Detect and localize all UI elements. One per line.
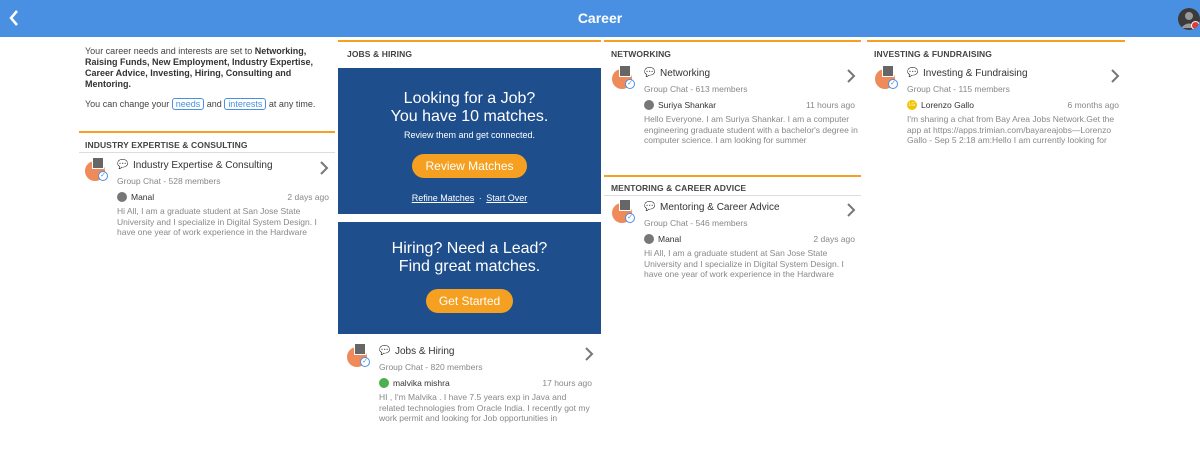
- last-message-time: 11 hours ago: [806, 100, 855, 110]
- last-message-user: malvika mishra: [393, 378, 450, 388]
- start-over-link[interactable]: Start Over: [486, 193, 527, 203]
- group-meta: Group Chat - 613 members: [644, 84, 748, 94]
- last-message-user: Lorenzo Gallo: [921, 100, 974, 110]
- interests-summary: Your career needs and interests are set …: [85, 46, 316, 110]
- job-matches-promo: Looking for a Job? You have 10 matches. …: [338, 68, 601, 214]
- group-logo-icon: ✓: [85, 157, 108, 183]
- section-rule: [79, 152, 335, 153]
- chat-bubble-icon: 💬: [644, 67, 656, 77]
- group-meta: Group Chat - 115 members: [907, 84, 1010, 94]
- notification-badge: [1191, 21, 1200, 30]
- group-name: Investing & Fundraising: [923, 68, 1028, 79]
- group-card-jobs[interactable]: ✓ 💬 Jobs & Hiring Group Chat - 820 membe…: [347, 343, 601, 433]
- top-bar: Career: [0, 0, 1200, 37]
- section-heading-networking: NETWORKING: [611, 49, 672, 59]
- interests-link[interactable]: interests: [224, 98, 267, 110]
- chevron-right-icon[interactable]: [584, 347, 594, 361]
- last-message-text: I'm sharing a chat from Bay Area Jobs Ne…: [907, 114, 1115, 145]
- chat-bubble-icon: 💬: [644, 201, 656, 211]
- chevron-right-icon[interactable]: [1110, 69, 1120, 83]
- user-avatar: [117, 192, 127, 202]
- user-avatar: [644, 234, 654, 244]
- group-logo-icon: ✓: [875, 65, 898, 91]
- section-heading-investing: INVESTING & FUNDRAISING: [874, 49, 993, 59]
- group-logo-icon: ✓: [347, 343, 370, 369]
- group-card-networking[interactable]: ✓ 💬 Networking Group Chat - 613 members …: [612, 65, 861, 155]
- chat-bubble-icon: 💬: [379, 345, 391, 355]
- section-divider: [604, 175, 861, 177]
- group-meta: Group Chat - 546 members: [644, 218, 748, 228]
- last-message-user: Manal: [658, 234, 682, 244]
- last-message-time: 17 hours ago: [542, 378, 592, 388]
- section-divider: [604, 40, 861, 42]
- chevron-right-icon[interactable]: [846, 203, 856, 217]
- last-message-text: Hi All, I am a graduate student at San J…: [117, 206, 317, 237]
- group-card-investing[interactable]: ✓ 💬 Investing & Fundraising Group Chat -…: [875, 65, 1125, 155]
- group-name: Networking: [660, 68, 711, 79]
- group-logo-icon: ✓: [612, 65, 635, 91]
- group-meta: Group Chat - 528 members: [117, 176, 221, 186]
- section-divider: [79, 131, 335, 133]
- last-message-time: 2 days ago: [287, 192, 329, 202]
- link-separator: ·: [478, 193, 482, 203]
- promo-title-line2: You have 10 matches.: [390, 108, 549, 125]
- user-avatar: LG: [907, 100, 917, 110]
- promo-subtitle: Review them and get connected.: [403, 130, 536, 140]
- review-matches-button[interactable]: Review Matches: [412, 154, 527, 178]
- last-message-text: Hello Everyone. I am Suriya Shankar. I a…: [644, 114, 858, 145]
- section-heading-industry: INDUSTRY EXPERTISE & CONSULTING: [85, 140, 248, 150]
- refine-matches-link[interactable]: Refine Matches: [412, 193, 475, 203]
- chat-bubble-icon: 💬: [907, 67, 919, 77]
- section-heading-jobs: JOBS & HIRING: [347, 49, 413, 59]
- group-name: Industry Expertise & Consulting: [133, 160, 273, 171]
- promo-title-line1: Looking for a Job?: [403, 90, 536, 107]
- last-message-user: Manal: [131, 192, 155, 202]
- hiring-title-line1: Hiring? Need a Lead?: [391, 240, 548, 257]
- group-card-mentoring[interactable]: ✓ 💬 Mentoring & Career Advice Group Chat…: [612, 199, 861, 289]
- chevron-right-icon[interactable]: [319, 161, 329, 175]
- section-divider: [338, 40, 601, 42]
- section-rule: [604, 195, 861, 196]
- hiring-title-line2: Find great matches.: [398, 258, 541, 275]
- get-started-button[interactable]: Get Started: [425, 289, 514, 313]
- last-message-time: 2 days ago: [813, 234, 855, 244]
- hiring-promo: Hiring? Need a Lead? Find great matches.…: [338, 222, 601, 334]
- group-meta: Group Chat - 820 members: [379, 362, 483, 372]
- page-title: Career: [577, 10, 623, 26]
- user-avatar-icon[interactable]: [1178, 8, 1200, 30]
- section-heading-mentoring: MENTORING & CAREER ADVICE: [611, 183, 747, 193]
- group-card-industry[interactable]: ✓ 💬 Industry Expertise & Consulting Grou…: [85, 157, 335, 247]
- last-message-time: 6 months ago: [1067, 100, 1119, 110]
- last-message-text: HI , I'm Malvika . I have 7.5 years exp …: [379, 392, 590, 423]
- chat-bubble-icon: 💬: [117, 159, 129, 169]
- user-avatar: [379, 378, 389, 388]
- group-name: Jobs & Hiring: [395, 346, 455, 357]
- group-name: Mentoring & Career Advice: [660, 202, 780, 213]
- user-avatar: [644, 100, 654, 110]
- chevron-right-icon[interactable]: [846, 69, 856, 83]
- last-message-text: Hi All, I am a graduate student at San J…: [644, 248, 844, 279]
- group-logo-icon: ✓: [612, 199, 635, 225]
- needs-link[interactable]: needs: [171, 98, 205, 110]
- last-message-user: Suriya Shankar: [658, 100, 717, 110]
- section-divider: [867, 40, 1125, 42]
